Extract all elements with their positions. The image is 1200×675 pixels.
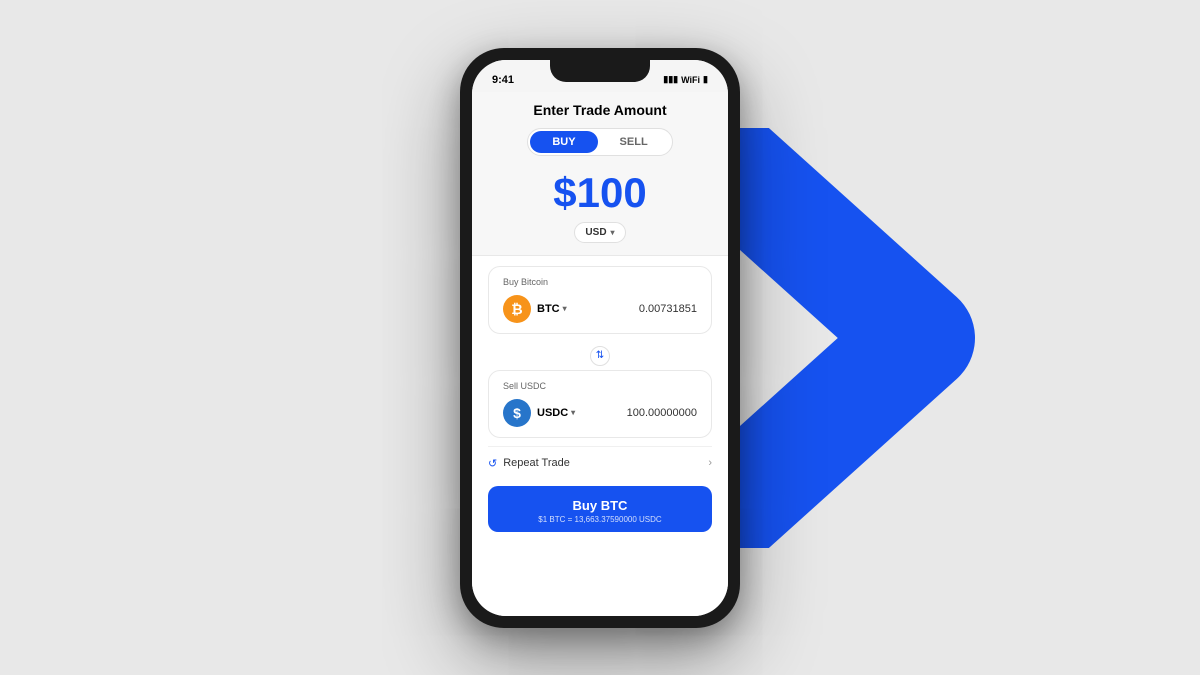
status-time: 9:41 (492, 74, 514, 86)
phone-frame: 9:41 ▮▮▮ WiFi ▮ Enter Trade Amount BUY S… (460, 48, 740, 628)
buy-tab[interactable]: BUY (530, 131, 597, 153)
wifi-icon: WiFi (681, 75, 700, 85)
sell-usdc-label: Sell USDC (503, 381, 697, 391)
trade-details: Buy Bitcoin ₿ BTC ▾ 0.00731851 (472, 256, 728, 616)
buy-button-sub-label: $1 BTC = 13,663.37590000 USDC (504, 515, 696, 524)
swap-arrow[interactable]: ⇅ (488, 342, 712, 370)
repeat-icon: ↺ (488, 457, 497, 470)
currency-chevron-icon: ▾ (611, 228, 615, 237)
usdc-amount: 100.00000000 (627, 407, 697, 419)
sell-tab[interactable]: SELL (598, 131, 670, 153)
status-icons: ▮▮▮ WiFi ▮ (663, 74, 708, 85)
amount-section: $100 USD ▾ (472, 156, 728, 256)
usdc-chevron-icon: ▾ (571, 408, 575, 417)
usdc-icon: $ (503, 399, 531, 427)
usdc-name-selector[interactable]: USDC ▾ (537, 407, 575, 419)
usdc-coin-left: $ USDC ▾ (503, 399, 575, 427)
phone-screen: 9:41 ▮▮▮ WiFi ▮ Enter Trade Amount BUY S… (472, 60, 728, 616)
currency-selector[interactable]: USD ▾ (574, 222, 625, 243)
sell-trade-row: $ USDC ▾ 100.00000000 (503, 399, 697, 427)
buy-trade-row: ₿ BTC ▾ 0.00731851 (503, 295, 697, 323)
amount-display[interactable]: $100 (488, 172, 712, 214)
phone-mockup: 9:41 ▮▮▮ WiFi ▮ Enter Trade Amount BUY S… (460, 48, 740, 628)
repeat-chevron-icon: › (708, 457, 712, 469)
sell-usdc-section: Sell USDC $ USDC ▾ 100.00000000 (488, 370, 712, 438)
signal-icon: ▮▮▮ (663, 74, 678, 85)
buy-sell-toggle: BUY SELL (527, 128, 672, 156)
repeat-trade-row[interactable]: ↺ Repeat Trade › (488, 446, 712, 480)
header-section: Enter Trade Amount BUY SELL (472, 92, 728, 156)
btc-label: BTC (537, 303, 560, 315)
swap-icon: ⇅ (590, 346, 610, 366)
phone-notch (550, 60, 650, 82)
buy-bitcoin-section: Buy Bitcoin ₿ BTC ▾ 0.00731851 (488, 266, 712, 334)
buy-btc-button[interactable]: Buy BTC $1 BTC = 13,663.37590000 USDC (488, 486, 712, 532)
battery-icon: ▮ (703, 74, 708, 85)
page-title: Enter Trade Amount (488, 102, 712, 118)
currency-label: USD (585, 227, 606, 238)
btc-name-selector[interactable]: BTC ▾ (537, 303, 567, 315)
btc-icon: ₿ (503, 295, 531, 323)
btc-amount: 0.00731851 (639, 303, 697, 315)
btc-chevron-icon: ▾ (563, 304, 567, 313)
repeat-trade-label: Repeat Trade (503, 457, 570, 469)
buy-bitcoin-label: Buy Bitcoin (503, 277, 697, 287)
btc-coin-left: ₿ BTC ▾ (503, 295, 567, 323)
usdc-label: USDC (537, 407, 568, 419)
buy-button-main-label: Buy BTC (504, 498, 696, 513)
repeat-left: ↺ Repeat Trade (488, 457, 570, 470)
